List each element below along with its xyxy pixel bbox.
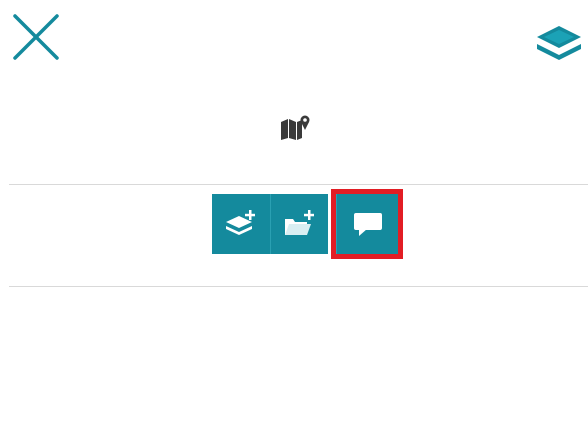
map-pin-icon [280,114,310,140]
action-toolbar [212,189,403,259]
close-button[interactable] [12,14,60,60]
add-layer-icon [226,210,255,235]
bottom-divider [9,286,588,287]
layers-button[interactable] [534,22,584,64]
layers-icon [537,26,581,60]
close-icon [13,14,59,60]
comment-icon [353,213,382,236]
add-folder-icon [284,210,314,235]
top-divider [9,184,588,185]
comment-button[interactable] [331,189,403,259]
add-folder-button[interactable] [270,194,328,254]
add-layer-button[interactable] [212,194,270,254]
